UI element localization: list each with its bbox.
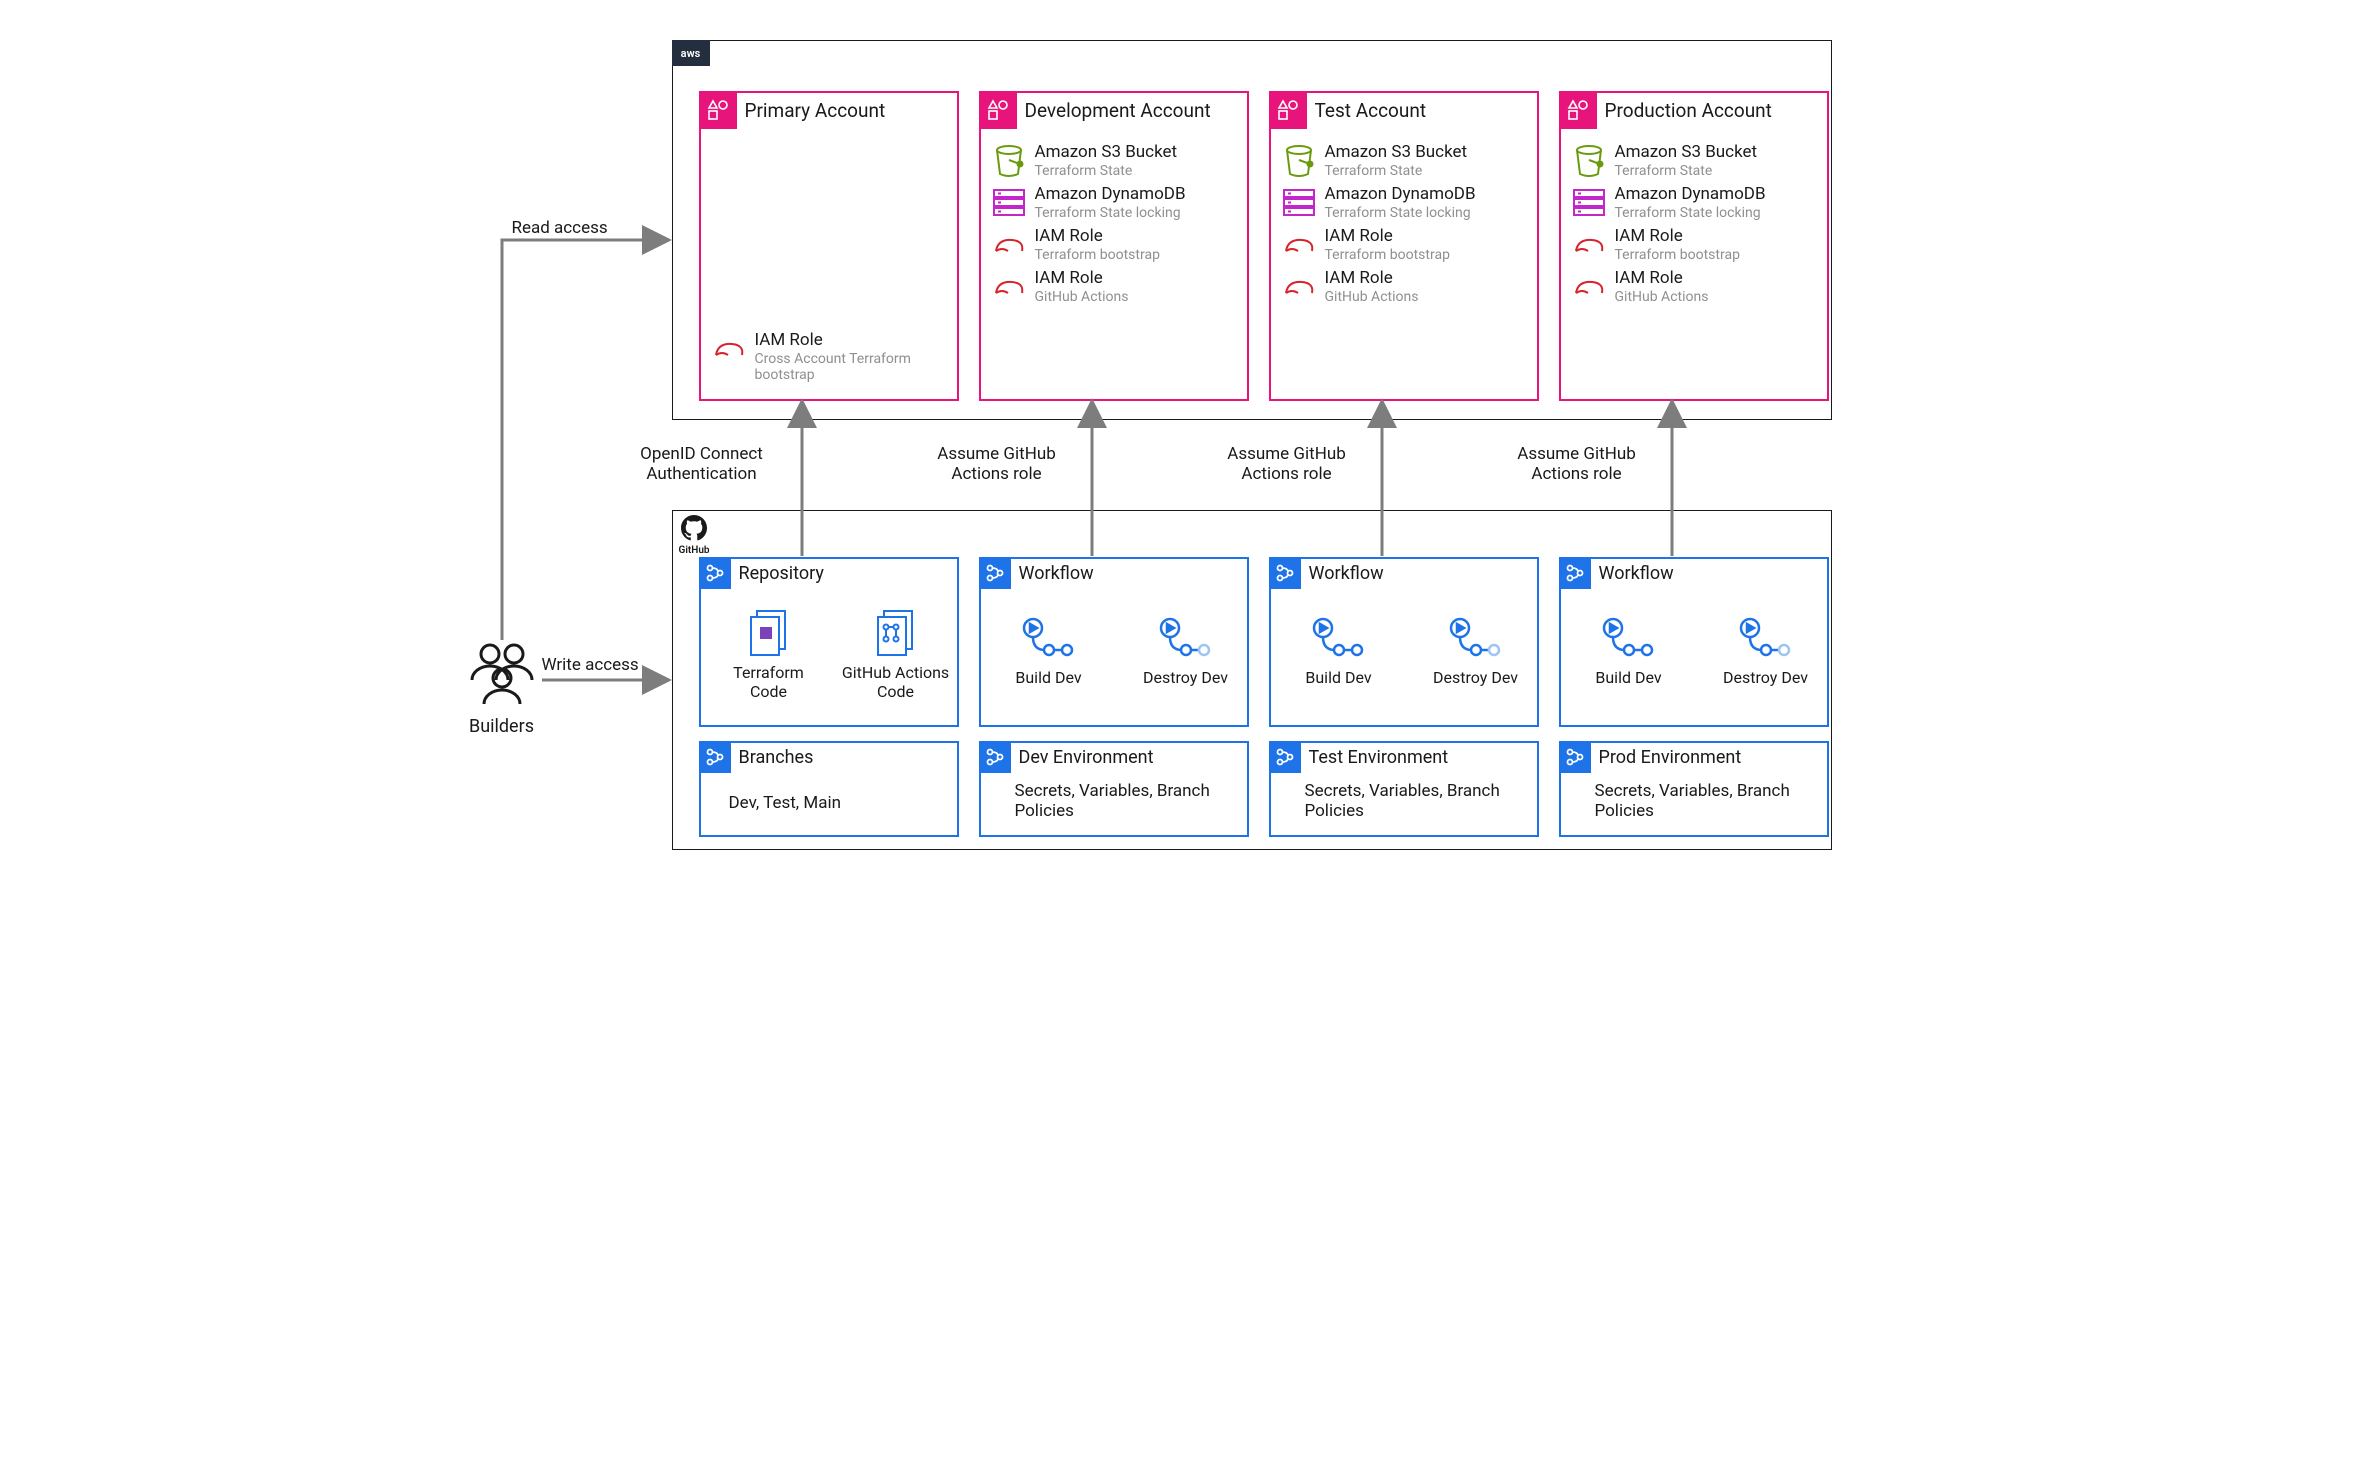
iam-role-icon <box>992 275 1026 299</box>
pipeline-icon <box>699 741 731 773</box>
repository-box: Repository Terraform Code GitHub Actions… <box>699 557 959 727</box>
branches-body: Dev, Test, Main <box>729 793 841 813</box>
workflow-prod: WorkflowBuild DevDestroy Dev <box>1559 557 1829 727</box>
edge-assume-prod: Assume GitHub Actions role <box>1502 444 1652 485</box>
env-body: Secrets, Variables, Branch Policies <box>1595 781 1795 821</box>
workflow-test: WorkflowBuild DevDestroy Dev <box>1269 557 1539 727</box>
file-icon <box>747 609 791 659</box>
terraform-code-label: Terraform Code <box>719 663 819 701</box>
iam-role-icon <box>1572 233 1606 257</box>
iam-role-icon <box>1572 275 1606 299</box>
account-title: Primary Account <box>745 99 886 122</box>
env-title: Test Environment <box>1309 747 1449 768</box>
account-title: Test Account <box>1315 99 1427 122</box>
branches-box: Branches Dev, Test, Main <box>699 741 959 837</box>
account-icon <box>1559 91 1597 129</box>
file-icon <box>874 609 918 659</box>
account-test: Test Account Amazon S3 BucketTerraform S… <box>1269 91 1539 401</box>
s3-bucket-icon <box>1284 144 1314 178</box>
s3-bucket-icon <box>1574 144 1604 178</box>
edge-write-access: Write access <box>542 655 639 675</box>
builders-actor: Builders <box>452 640 552 737</box>
iam-role-icon <box>1282 275 1316 299</box>
pipeline-icon <box>1269 741 1301 773</box>
edge-read-access: Read access <box>512 218 608 238</box>
pipeline-icon <box>979 741 1011 773</box>
pipeline-icon <box>699 557 731 589</box>
env-title: Prod Environment <box>1599 747 1742 768</box>
architecture-diagram: Builders aws Primary Account IAM Role Cr… <box>442 20 1922 860</box>
account-title: Production Account <box>1605 99 1772 122</box>
account-primary: Primary Account IAM Role Cross Account T… <box>699 91 959 401</box>
gha-code-label: GitHub Actions Code <box>841 663 951 701</box>
dynamodb-icon <box>1572 188 1606 218</box>
builders-label: Builders <box>452 716 552 737</box>
env-body: Secrets, Variables, Branch Policies <box>1015 781 1215 821</box>
account-icon <box>979 91 1017 129</box>
iam-role-icon <box>1282 233 1316 257</box>
iam-role-icon <box>992 233 1026 257</box>
edge-assume-test: Assume GitHub Actions role <box>1212 444 1362 485</box>
dynamodb-icon <box>1282 188 1316 218</box>
branches-title: Branches <box>739 747 814 768</box>
env-dev: Dev Environment Secrets, Variables, Bran… <box>979 741 1249 837</box>
github-container: GitHub Repository Terraform Code GitHub … <box>672 510 1832 850</box>
repository-title: Repository <box>739 563 824 584</box>
dynamodb-icon <box>992 188 1026 218</box>
env-body: Secrets, Variables, Branch Policies <box>1305 781 1505 821</box>
pipeline-icon <box>1559 741 1591 773</box>
workflow-dev: WorkflowBuild DevDestroy Dev <box>979 557 1249 727</box>
env-prod: Prod Environment Secrets, Variables, Bra… <box>1559 741 1829 837</box>
account-prod: Production Account Amazon S3 BucketTerra… <box>1559 91 1829 401</box>
env-title: Dev Environment <box>1019 747 1154 768</box>
edge-assume-dev: Assume GitHub Actions role <box>922 444 1072 485</box>
account-dev: Development Account Amazon S3 BucketTerr… <box>979 91 1249 401</box>
github-logo-icon: GitHub <box>679 515 710 556</box>
account-icon <box>1269 91 1307 129</box>
iam-role-title: IAM Role <box>755 331 935 351</box>
iam-role-sub: Cross Account Terraform bootstrap <box>755 351 935 383</box>
env-test: Test Environment Secrets, Variables, Bra… <box>1269 741 1539 837</box>
aws-logo-icon: aws <box>672 40 710 66</box>
account-title: Development Account <box>1025 99 1211 122</box>
iam-role-icon <box>711 331 747 367</box>
account-icon <box>699 91 737 129</box>
aws-cloud: aws Primary Account IAM Role Cross Accou… <box>672 40 1832 420</box>
edge-openid: OpenID Connect Authentication <box>627 444 777 485</box>
s3-bucket-icon <box>994 144 1024 178</box>
users-icon <box>462 640 542 710</box>
